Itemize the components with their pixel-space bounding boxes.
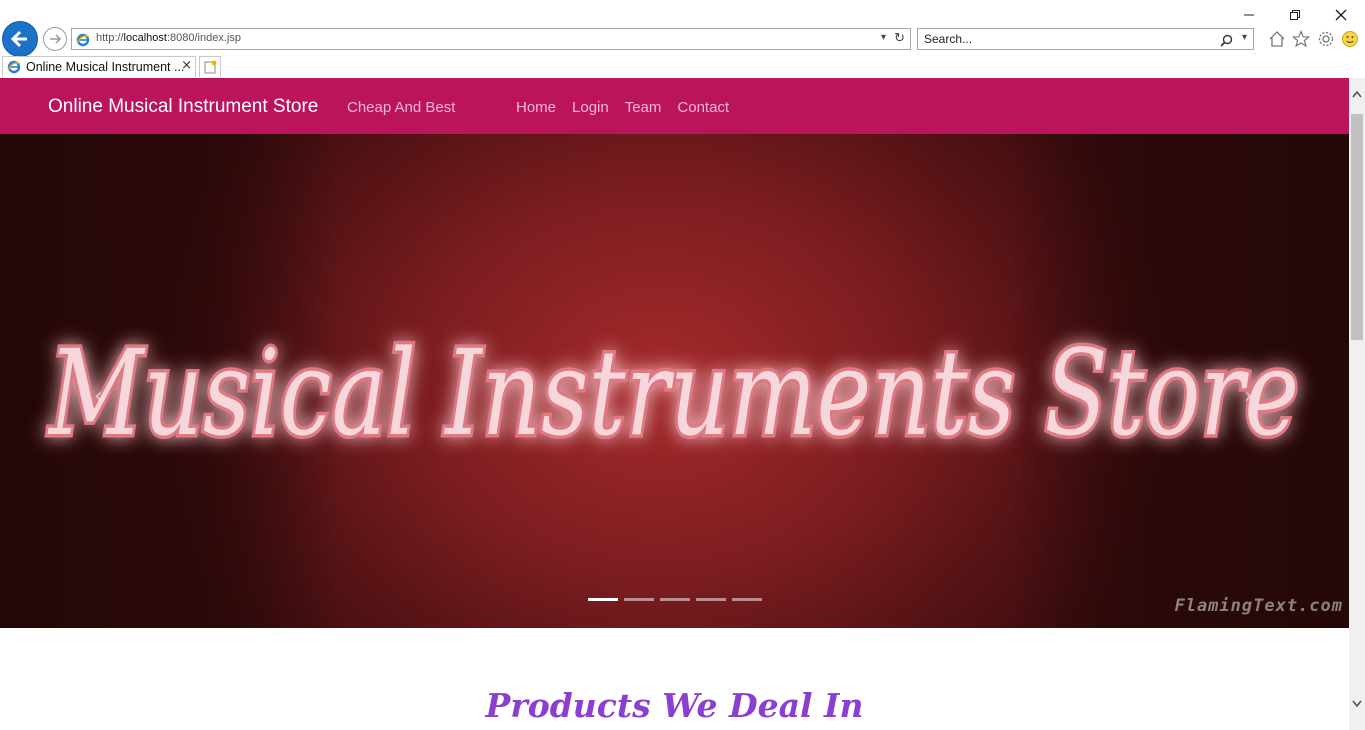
arrow-right-icon: [50, 34, 62, 44]
carousel-indicator-3[interactable]: [660, 598, 690, 601]
search-box[interactable]: ▾: [917, 28, 1254, 50]
browser-tab[interactable]: Online Musical Instrument ... ×: [2, 56, 196, 77]
address-dropdown-icon[interactable]: ▾: [881, 32, 886, 43]
carousel-next-control[interactable]: ›: [1244, 384, 1253, 409]
url-host: localhost: [123, 32, 167, 44]
url-scheme: http://: [96, 32, 124, 44]
site-tagline: Cheap And Best: [347, 99, 456, 116]
carousel-indicator-1[interactable]: [588, 598, 618, 601]
new-tab-icon: [204, 60, 217, 74]
restore-button[interactable]: [1280, 4, 1310, 26]
chevron-up-icon: [1352, 90, 1362, 98]
nav-link-home[interactable]: Home: [516, 99, 556, 116]
search-input[interactable]: [918, 29, 1220, 49]
close-icon: [1335, 9, 1347, 21]
search-icon[interactable]: [1220, 32, 1233, 51]
carousel-indicator-5[interactable]: [732, 598, 762, 601]
banner-logo-image: Musical Instruments Store: [44, 321, 1303, 466]
search-dropdown-icon[interactable]: ▾: [1242, 32, 1247, 43]
nav-link-team[interactable]: Team: [625, 99, 662, 116]
browser-chrome: http://localhost:8080/index.jsp ▾ ↻ ▾ On…: [0, 0, 1365, 78]
minimize-button[interactable]: [1234, 4, 1264, 26]
close-window-button[interactable]: [1326, 4, 1356, 26]
back-button[interactable]: [2, 21, 38, 57]
tab-title: Online Musical Instrument ...: [26, 60, 185, 74]
smiley-feedback-icon[interactable]: [1340, 29, 1360, 49]
scrollbar-thumb[interactable]: [1351, 114, 1363, 340]
nav-link-login[interactable]: Login: [572, 99, 609, 116]
page-scrollbar[interactable]: [1349, 78, 1365, 730]
url-path: :8080/index.jsp: [166, 32, 241, 44]
restore-icon: [1290, 10, 1300, 20]
arrow-left-icon: [10, 30, 27, 48]
scroll-up-button[interactable]: [1349, 86, 1365, 102]
carousel-indicator-2[interactable]: [624, 598, 654, 601]
carousel-indicator-4[interactable]: [696, 598, 726, 601]
scroll-down-button[interactable]: [1349, 696, 1365, 712]
settings-gear-icon[interactable]: [1316, 29, 1336, 49]
site-brand-link[interactable]: Online Musical Instrument Store: [48, 96, 318, 118]
home-icon[interactable]: [1267, 29, 1287, 49]
ie-tab-icon: [7, 59, 21, 78]
page-viewport: Online Musical Instrument Store Cheap An…: [0, 78, 1349, 730]
chevron-down-icon: [1352, 700, 1362, 708]
refresh-icon[interactable]: ↻: [894, 31, 905, 46]
carousel-indicators: [588, 598, 762, 601]
forward-button[interactable]: [43, 27, 67, 51]
nav-menu: Home Login Team Contact: [516, 99, 729, 116]
banner-logo-text: Musical Instruments Store: [47, 324, 1299, 462]
minimize-icon: [1244, 14, 1254, 16]
carousel-prev-control[interactable]: ‹: [94, 384, 103, 409]
site-navbar: Online Musical Instrument Store Cheap An…: [0, 78, 1349, 134]
hero-carousel: Musical Instruments Store ‹ › FlamingTex…: [0, 134, 1349, 628]
products-section-title: Products We Deal In: [485, 686, 864, 725]
nav-link-contact[interactable]: Contact: [677, 99, 729, 116]
url-text: http://localhost:8080/index.jsp: [96, 32, 241, 44]
address-bar[interactable]: http://localhost:8080/index.jsp ▾ ↻: [71, 28, 911, 50]
tab-close-icon[interactable]: ×: [181, 58, 192, 73]
favorites-star-icon[interactable]: [1291, 29, 1311, 49]
banner-watermark: FlamingText.com: [1174, 596, 1343, 616]
new-tab-button[interactable]: [199, 56, 221, 77]
ie-page-icon: [76, 32, 90, 51]
